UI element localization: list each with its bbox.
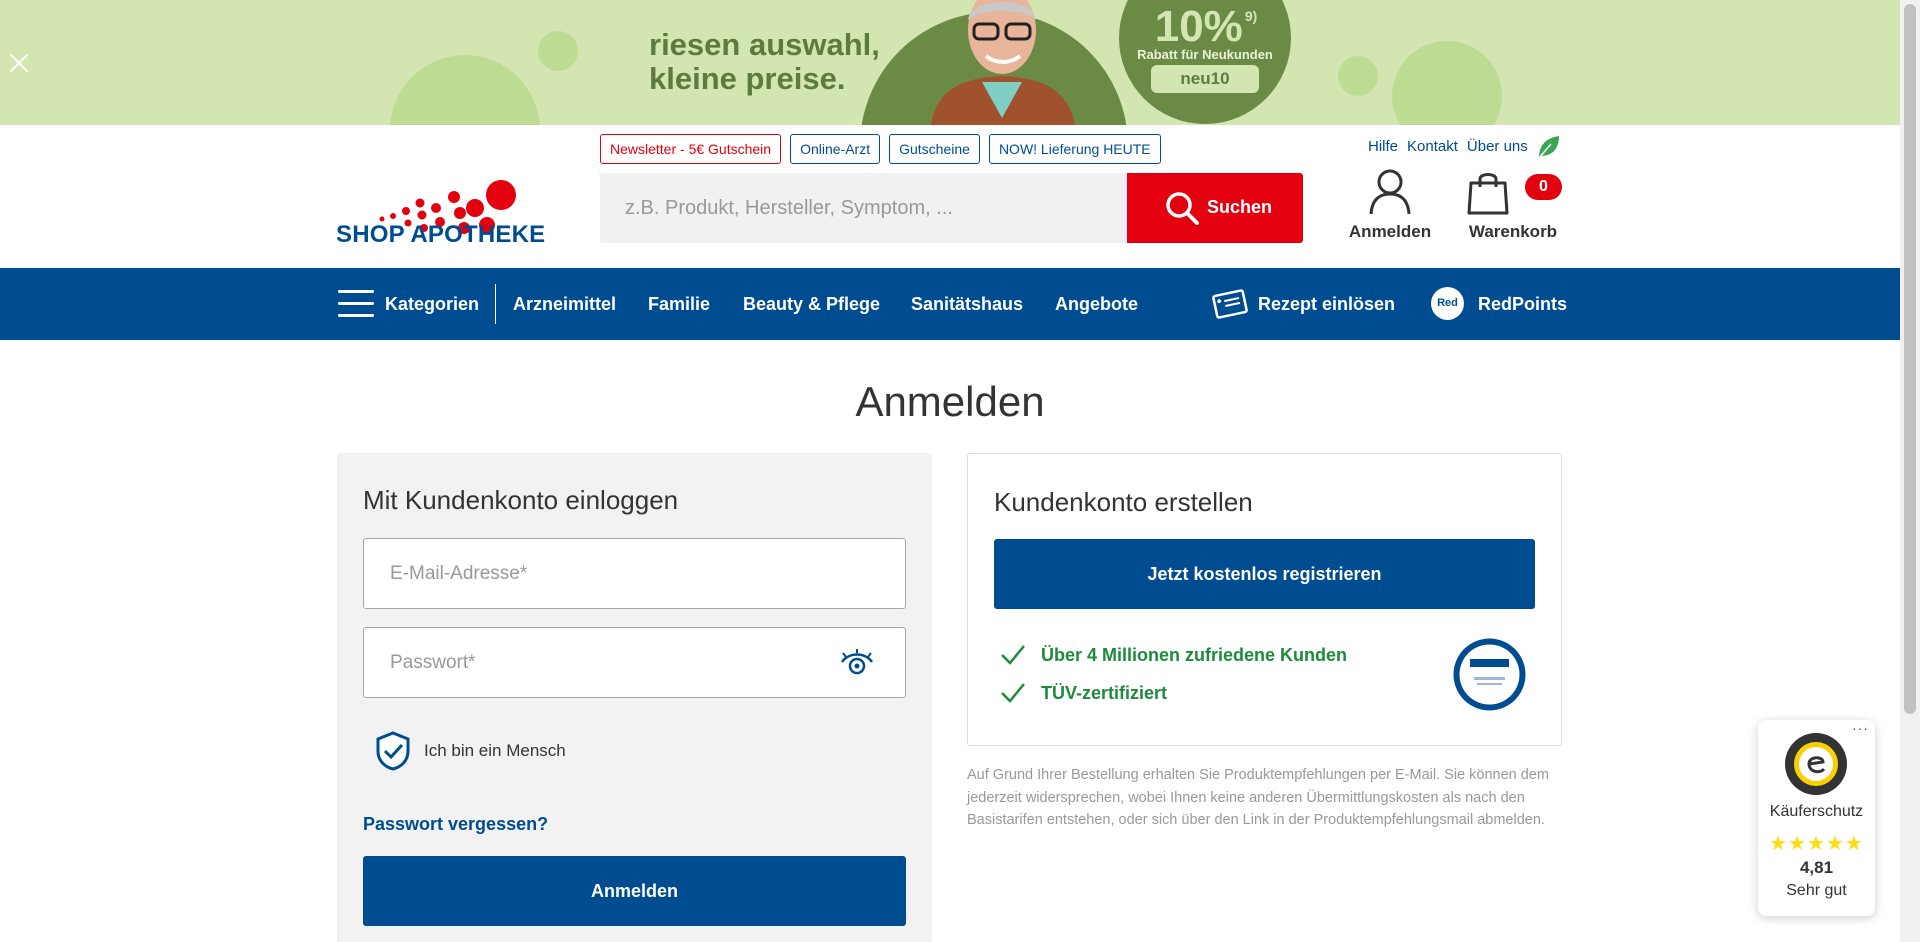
quick-links: Newsletter - 5€ Gutschein Online-Arzt Gu… xyxy=(600,134,1161,164)
more-icon[interactable]: ··· xyxy=(1852,720,1869,736)
discount-value: 10% 9) xyxy=(1154,2,1258,51)
hamburger-icon[interactable] xyxy=(338,290,374,318)
user-icon xyxy=(1369,169,1411,215)
nav-redpoints[interactable]: RedPoints xyxy=(1478,268,1567,340)
login-panel: Mit Kundenkonto einloggen Ich bin ein Me… xyxy=(337,453,932,942)
email-field[interactable] xyxy=(363,538,906,609)
cart-count-badge: 0 xyxy=(1525,174,1562,200)
account-label: Anmelden xyxy=(1348,222,1432,241)
decor-circle xyxy=(390,55,540,125)
leaf-icon xyxy=(1538,136,1559,159)
nav-beauty-pflege[interactable]: Beauty & Pflege xyxy=(743,268,880,340)
checkmark-icon xyxy=(1001,645,1025,665)
nav-rezept-einloesen[interactable]: Rezept einlösen xyxy=(1258,268,1395,340)
promo-banner[interactable]: riesen auswahl, kleine preise. 10% 9) Rab… xyxy=(0,0,1900,125)
logo-text: SHOP APOTHEKE xyxy=(336,221,546,248)
redpoints-badge: Red xyxy=(1431,287,1464,320)
decor-circle xyxy=(1338,56,1378,96)
cart-label: Warenkorb xyxy=(1468,222,1558,241)
chip-newsletter[interactable]: Newsletter - 5€ Gutschein xyxy=(600,134,782,164)
scrollbar[interactable] xyxy=(1900,0,1920,942)
close-icon[interactable] xyxy=(6,50,32,76)
shield-check-icon[interactable] xyxy=(375,731,411,771)
captcha-label: Ich bin ein Mensch xyxy=(424,741,566,760)
benefit-text: Über 4 Millionen zufriedene Kunden xyxy=(1041,645,1348,665)
register-panel: Kundenkonto erstellen Jetzt kostenlos re… xyxy=(967,453,1562,746)
buyer-protection-label: Käuferschutz xyxy=(1769,803,1864,820)
rating-score: 4,81 xyxy=(1799,858,1834,877)
link-hilfe[interactable]: Hilfe xyxy=(1368,138,1398,155)
search-button-label: Suchen xyxy=(1207,197,1273,217)
link-kontakt[interactable]: Kontakt xyxy=(1407,138,1458,155)
logo[interactable]: SHOP APOTHEKE xyxy=(336,153,566,251)
chip-online-arzt[interactable]: Online-Arzt xyxy=(790,134,881,164)
link-ueber-uns[interactable]: Über uns xyxy=(1467,138,1528,155)
page-title: Anmelden xyxy=(855,378,1045,425)
decor-circle xyxy=(1392,41,1502,125)
login-title: Mit Kundenkonto einloggen xyxy=(363,485,679,515)
nav-angebote[interactable]: Angebote xyxy=(1055,268,1138,340)
banner-slogan: riesen auswahl, kleine preise. xyxy=(649,28,880,96)
prescription-icon xyxy=(1212,289,1248,319)
discount-badge: 10% 9) Rabatt für Neukunden neu10 xyxy=(1119,0,1291,124)
tuv-certificate-seal xyxy=(1453,638,1526,711)
search-button[interactable]: Suchen xyxy=(1127,173,1303,243)
nav-familie[interactable]: Familie xyxy=(648,268,710,340)
eye-icon[interactable] xyxy=(840,648,874,678)
search-icon xyxy=(1166,192,1199,225)
trusted-shops-widget[interactable]: ··· Käuferschutz ★★★★★ 4,81 Sehr gut xyxy=(1758,720,1875,916)
slogan-line: riesen auswahl, xyxy=(649,27,880,62)
person-photo xyxy=(930,0,1075,125)
main-nav: Kategorien Arzneimittel Familie Beauty &… xyxy=(0,268,1900,340)
chip-gutscheine[interactable]: Gutscheine xyxy=(889,134,980,164)
search-input[interactable] xyxy=(600,173,1127,243)
account-button[interactable]: Anmelden xyxy=(1345,169,1435,249)
benefit-text: TÜV-zertifiziert xyxy=(1041,683,1168,703)
top-links: Hilfe Kontakt Über uns xyxy=(1368,138,1528,155)
password-field[interactable] xyxy=(363,627,906,698)
rating-text: Sehr gut xyxy=(1786,882,1847,899)
rating-stars: ★★★★★ xyxy=(1769,833,1864,855)
disclaimer-text: Auf Grund Ihrer Bestellung erhalten Sie … xyxy=(967,767,1549,828)
nav-divider xyxy=(495,284,496,324)
scrollbar-thumb[interactable] xyxy=(1904,4,1916,714)
register-title: Kundenkonto erstellen xyxy=(994,487,1253,517)
nav-arzneimittel[interactable]: Arzneimittel xyxy=(513,268,616,340)
login-submit-button[interactable]: Anmelden xyxy=(363,856,906,926)
checkmark-icon xyxy=(1001,683,1025,703)
chip-now-lieferung[interactable]: NOW! Lieferung HEUTE xyxy=(988,134,1161,164)
decor-circle xyxy=(538,31,578,71)
discount-text: Rabatt für Neukunden xyxy=(1137,47,1273,62)
site-header: SHOP APOTHEKE Newsletter - 5€ Gutschein … xyxy=(0,125,1900,268)
slogan-line: kleine preise. xyxy=(649,61,846,96)
bag-icon xyxy=(1467,173,1509,215)
discount-code: neu10 xyxy=(1151,65,1259,93)
register-button[interactable]: Jetzt kostenlos registrieren xyxy=(994,539,1535,609)
nav-sanitaetshaus[interactable]: Sanitätshaus xyxy=(911,268,1023,340)
trusted-shops-seal xyxy=(1785,733,1847,795)
nav-categories[interactable]: Kategorien xyxy=(385,268,479,340)
forgot-password-link[interactable]: Passwort vergessen? xyxy=(363,814,548,835)
